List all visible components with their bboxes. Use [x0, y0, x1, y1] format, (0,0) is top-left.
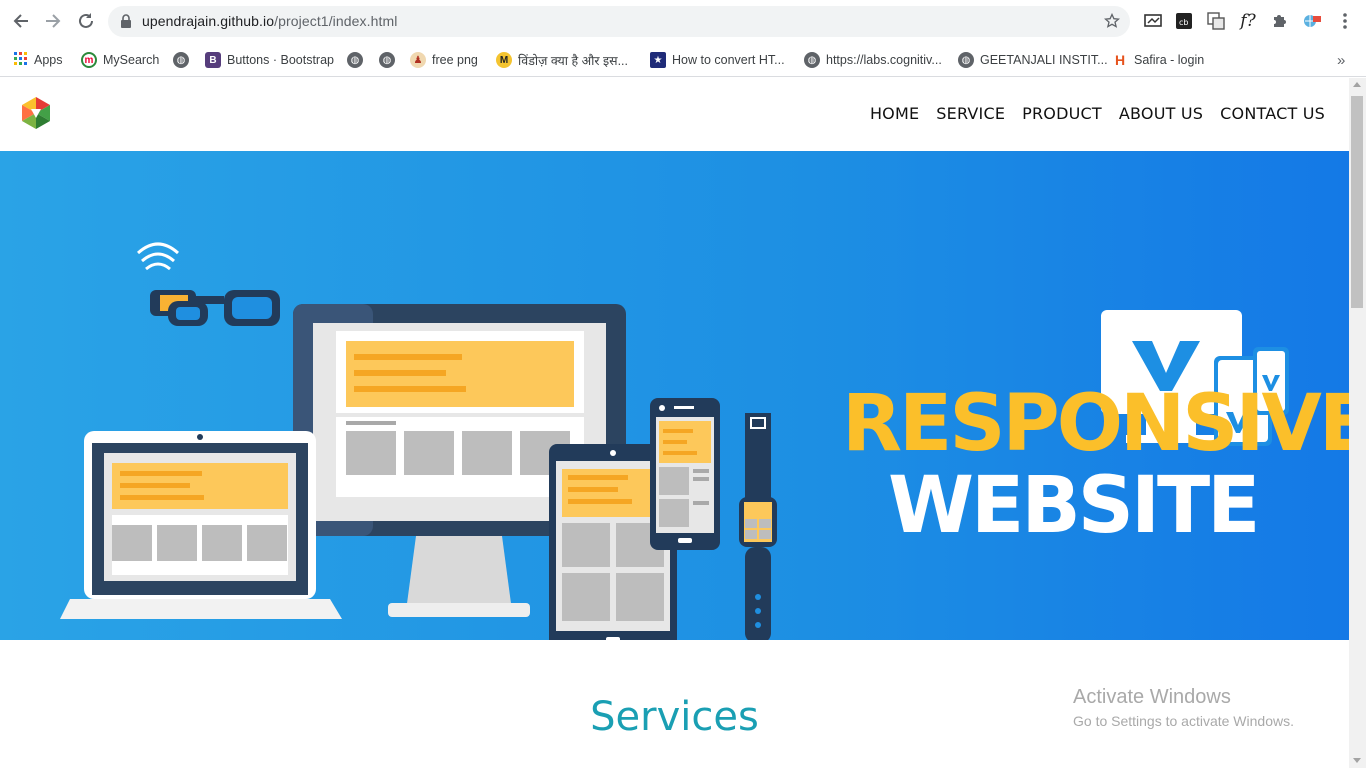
- scroll-up-arrow-icon[interactable]: [1353, 82, 1361, 87]
- bookmark-convert[interactable]: ★ How to convert HT...: [650, 50, 785, 70]
- nav-service-link[interactable]: SERVICE: [936, 104, 1005, 123]
- kebab-menu-icon[interactable]: [1334, 10, 1356, 32]
- nav-home-link[interactable]: HOME: [870, 104, 919, 123]
- bookmark-label: Apps: [34, 53, 63, 67]
- puzzle-extension-icon[interactable]: [1268, 10, 1290, 32]
- cast-extension-icon[interactable]: [1142, 10, 1164, 32]
- safira-icon: H: [1112, 52, 1128, 68]
- bookmark-globe-2[interactable]: ◍: [347, 50, 363, 70]
- nav-product-link[interactable]: PRODUCT: [1022, 104, 1102, 123]
- globe-icon: ◍: [173, 52, 189, 68]
- star-icon[interactable]: [1103, 12, 1121, 34]
- pngitem-icon: ♟: [410, 52, 426, 68]
- scrollbar-thumb[interactable]: [1351, 96, 1363, 308]
- scroll-down-arrow-icon[interactable]: [1353, 758, 1361, 763]
- nav-about-link[interactable]: ABOUT US: [1119, 104, 1203, 123]
- svg-text:cb: cb: [1179, 18, 1188, 27]
- browser-toolbar: upendrajain.github.io/project1/index.htm…: [0, 0, 1366, 42]
- site-logo-icon[interactable]: [22, 97, 50, 134]
- globe-icon: ◍: [958, 52, 974, 68]
- bookmarks-bar: Apps m MySearch ◍ B Buttons · Bootstrap …: [0, 42, 1366, 77]
- vertical-scrollbar[interactable]: [1349, 78, 1366, 768]
- activate-windows-watermark: Activate Windows Go to Settings to activ…: [1073, 686, 1294, 729]
- watermark-subtitle: Go to Settings to activate Windows.: [1073, 713, 1294, 729]
- url-host: upendrajain.github.io: [142, 13, 275, 29]
- bookmarks-overflow-button[interactable]: »: [1337, 50, 1345, 70]
- bookmark-windows-hindi[interactable]: M विंडोज़ क्या है और इस...: [496, 50, 628, 70]
- bookmark-geetanjali[interactable]: ◍ GEETANJALI INSTIT...: [958, 50, 1108, 70]
- bookmark-label: free png: [432, 53, 478, 67]
- bookmark-label: MySearch: [103, 53, 160, 67]
- url-path: /project1/index.html: [274, 13, 398, 29]
- bookmark-label: Buttons · Bootstrap: [227, 53, 335, 67]
- laptop-illustration: [60, 431, 342, 619]
- web-page: HOME SERVICE PRODUCT ABOUT US CONTACT US: [0, 78, 1349, 768]
- hero-title: RESPONSIVE: [842, 379, 1349, 469]
- mysearch-icon: m: [81, 52, 97, 68]
- globe-icon: ◍: [804, 52, 820, 68]
- bookmark-apps[interactable]: Apps: [14, 50, 63, 70]
- url-text[interactable]: upendrajain.github.io/project1/index.htm…: [142, 13, 398, 29]
- back-arrow-icon[interactable]: [10, 10, 32, 32]
- globe-icon: ◍: [379, 52, 395, 68]
- bookmark-label: Safira - login: [1134, 53, 1205, 67]
- bookmark-globe-3[interactable]: ◍: [379, 50, 395, 70]
- bookmark-free-png[interactable]: ♟ free png: [410, 50, 478, 70]
- mobile-icon: M: [496, 52, 512, 68]
- bookmark-labs[interactable]: ◍ https://labs.cognitiv...: [804, 50, 942, 70]
- forward-arrow-icon[interactable]: [42, 10, 64, 32]
- bookmark-safira[interactable]: H Safira - login: [1112, 50, 1204, 70]
- function-extension-icon[interactable]: f?: [1237, 10, 1259, 32]
- phone-illustration: [650, 398, 720, 550]
- translate-extension-icon[interactable]: [1205, 10, 1227, 32]
- reload-icon[interactable]: [75, 10, 97, 32]
- site-navbar: HOME SERVICE PRODUCT ABOUT US CONTACT US: [0, 78, 1349, 151]
- globe-icon: ◍: [347, 52, 363, 68]
- language-extension-icon[interactable]: [1301, 10, 1323, 32]
- flag-icon: ★: [650, 52, 666, 68]
- apps-grid-icon: [14, 51, 28, 69]
- bookmark-bootstrap[interactable]: B Buttons · Bootstrap: [205, 50, 334, 70]
- bookmark-label: https://labs.cognitiv...: [826, 53, 942, 67]
- hero-subtitle: WEBSITE: [888, 461, 1260, 551]
- address-bar[interactable]: upendrajain.github.io/project1/index.htm…: [108, 6, 1130, 37]
- watermark-title: Activate Windows: [1073, 686, 1231, 708]
- hero-banner: RESPONSIVE WEBSITE: [0, 151, 1349, 640]
- smartwatch-illustration: [739, 413, 777, 640]
- bookmark-label: How to convert HT...: [672, 53, 785, 67]
- bookmark-globe-1[interactable]: ◍: [173, 50, 189, 70]
- bookmark-label: GEETANJALI INSTIT...: [980, 53, 1108, 67]
- bookmark-label: विंडोज़ क्या है और इस...: [518, 53, 628, 68]
- nav-contact-link[interactable]: CONTACT US: [1220, 104, 1325, 123]
- bookmark-mysearch[interactable]: m MySearch: [81, 50, 159, 70]
- lock-icon[interactable]: [120, 14, 132, 33]
- smart-glasses-illustration: [136, 242, 280, 326]
- main-menu: HOME SERVICE PRODUCT ABOUT US CONTACT US: [870, 104, 1325, 123]
- cb-extension-icon[interactable]: cb: [1173, 10, 1195, 32]
- bootstrap-icon: B: [205, 52, 221, 68]
